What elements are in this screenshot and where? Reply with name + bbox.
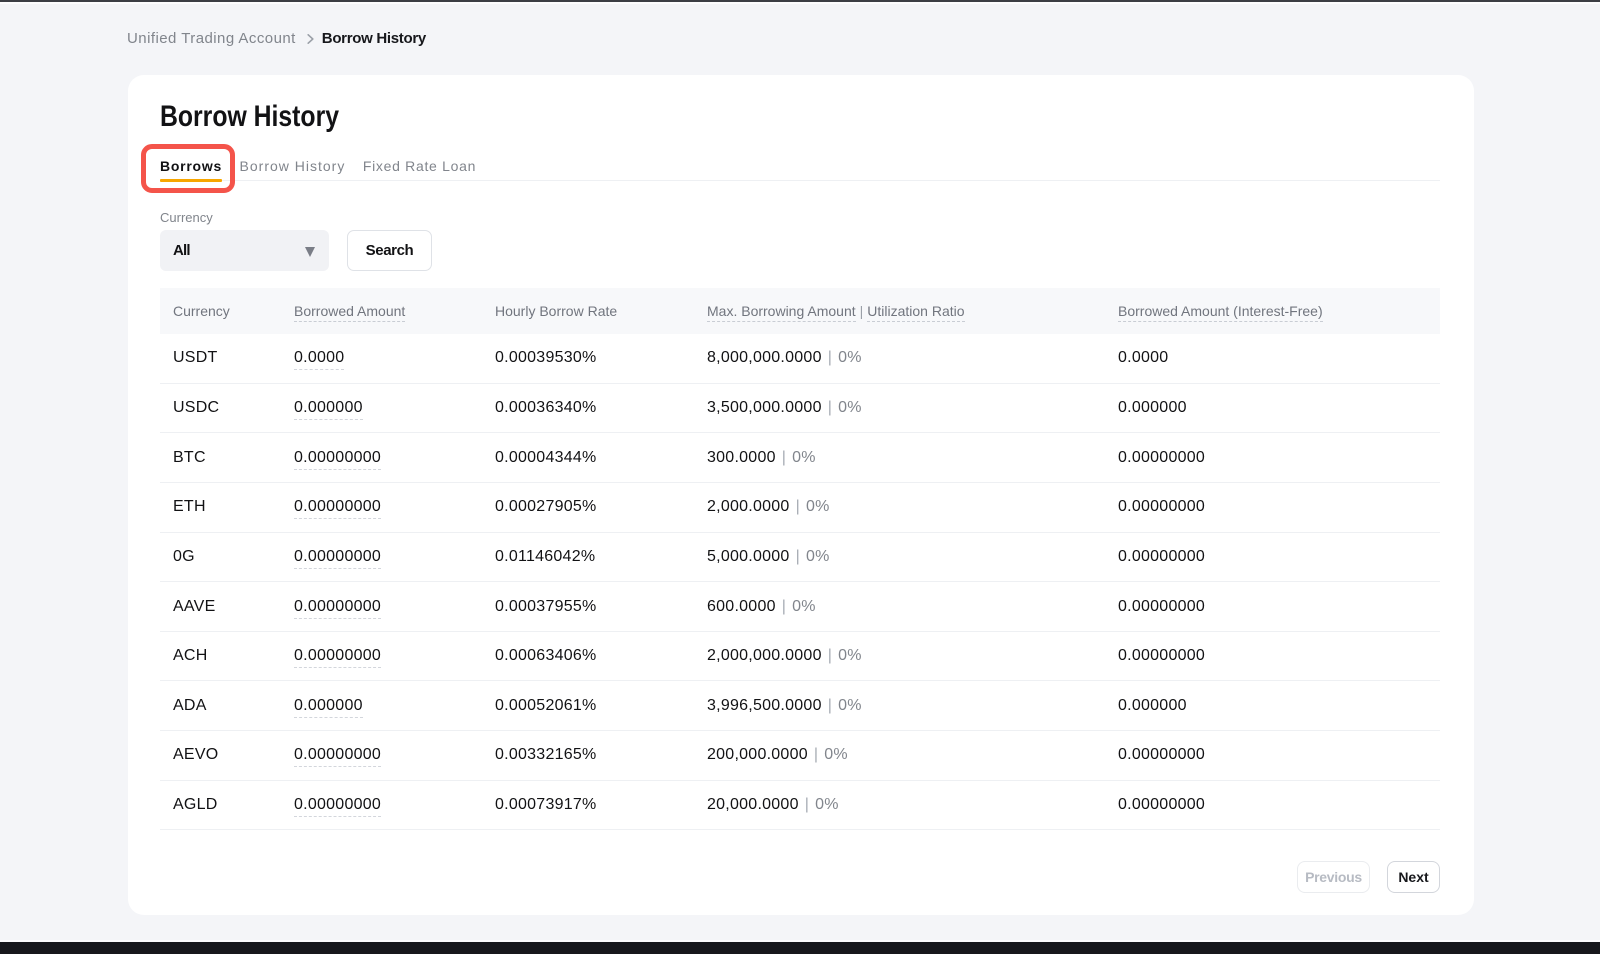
table-row[interactable]: ETH 0.00000000 0.00027905% 2,000.0000|0%…: [160, 483, 1440, 533]
tab-bar: Borrows Borrow History Fixed Rate Loan: [160, 154, 1440, 181]
cell-max-borrowing-utilization: 2,000.0000|0%: [707, 498, 1118, 516]
cell-hourly-borrow-rate: 0.00004344%: [495, 449, 707, 467]
tab-fixed-rate-loan[interactable]: Fixed Rate Loan: [363, 154, 476, 180]
page-title: Borrow History: [160, 98, 1217, 136]
cell-currency: ACH: [173, 647, 294, 665]
cell-currency: USDT: [173, 349, 294, 367]
table-row[interactable]: USDC 0.000000 0.00036340% 3,500,000.0000…: [160, 384, 1440, 434]
table-row[interactable]: ACH 0.00000000 0.00063406% 2,000,000.000…: [160, 632, 1440, 682]
header-borrowed-amount[interactable]: Borrowed Amount: [294, 303, 495, 319]
tab-borrow-history[interactable]: Borrow History: [240, 154, 346, 180]
cell-borrowed-amount[interactable]: 0.00000000: [294, 498, 495, 516]
cell-hourly-borrow-rate: 0.01146042%: [495, 548, 707, 566]
cell-currency: AEVO: [173, 746, 294, 764]
cell-max-borrowing-utilization: 600.0000|0%: [707, 598, 1118, 616]
cell-max-borrowing-utilization: 3,996,500.0000|0%: [707, 697, 1118, 715]
cell-borrowed-amount[interactable]: 0.00000000: [294, 449, 495, 467]
footer-bar: [0, 942, 1600, 954]
borrow-history-card: Borrow History Borrows Borrow History Fi…: [128, 75, 1474, 915]
cell-hourly-borrow-rate: 0.00039530%: [495, 349, 707, 367]
cell-borrowed-amount[interactable]: 0.00000000: [294, 647, 495, 665]
cell-currency: USDC: [173, 399, 294, 417]
header-borrowed-interest-free[interactable]: Borrowed Amount (Interest-Free): [1118, 303, 1426, 319]
cell-hourly-borrow-rate: 0.00052061%: [495, 697, 707, 715]
cell-borrowed-amount[interactable]: 0.0000: [294, 349, 495, 367]
header-currency: Currency: [173, 303, 294, 319]
previous-button[interactable]: Previous: [1297, 861, 1370, 893]
cell-max-borrowing-utilization: 3,500,000.0000|0%: [707, 399, 1118, 417]
header-max-borrowing-utilization[interactable]: Max. Borrowing Amount|Utilization Ratio: [707, 303, 1118, 319]
breadcrumb-chevron-icon: [307, 34, 314, 44]
window-top-highlight: [0, 2, 1600, 4]
cell-currency: ETH: [173, 498, 294, 516]
cell-borrowed-amount[interactable]: 0.00000000: [294, 598, 495, 616]
cell-borrowed-interest-free: 0.000000: [1118, 697, 1426, 715]
filter-controls: All Search: [160, 230, 1440, 272]
table-row[interactable]: AAVE 0.00000000 0.00037955% 600.0000|0% …: [160, 582, 1440, 632]
cell-max-borrowing-utilization: 20,000.0000|0%: [707, 796, 1118, 814]
cell-borrowed-amount[interactable]: 0.000000: [294, 399, 495, 417]
cell-currency: AAVE: [173, 598, 294, 616]
breadcrumb-unified-trading-account[interactable]: Unified Trading Account: [127, 30, 296, 47]
table-row[interactable]: 0G 0.00000000 0.01146042% 5,000.0000|0% …: [160, 533, 1440, 583]
cell-hourly-borrow-rate: 0.00037955%: [495, 598, 707, 616]
active-tab-underline: [160, 179, 222, 182]
currency-select-value: All: [173, 242, 190, 259]
cell-borrowed-interest-free: 0.00000000: [1118, 498, 1426, 516]
borrows-table: Currency Borrowed Amount Hourly Borrow R…: [160, 288, 1440, 830]
cell-hourly-borrow-rate: 0.00332165%: [495, 746, 707, 764]
cell-borrowed-amount[interactable]: 0.00000000: [294, 796, 495, 814]
cell-max-borrowing-utilization: 2,000,000.0000|0%: [707, 647, 1118, 665]
breadcrumb: Unified Trading Account Borrow History: [127, 28, 426, 48]
cell-currency: 0G: [173, 548, 294, 566]
table-body: USDT 0.0000 0.00039530% 8,000,000.0000|0…: [160, 334, 1440, 830]
cell-hourly-borrow-rate: 0.00027905%: [495, 498, 707, 516]
currency-filter-label: Currency: [160, 210, 1440, 226]
cell-borrowed-interest-free: 0.00000000: [1118, 746, 1426, 764]
cell-borrowed-interest-free: 0.00000000: [1118, 647, 1426, 665]
cell-max-borrowing-utilization: 8,000,000.0000|0%: [707, 349, 1118, 367]
table-row[interactable]: ADA 0.000000 0.00052061% 3,996,500.0000|…: [160, 681, 1440, 731]
cell-currency: BTC: [173, 449, 294, 467]
cell-currency: ADA: [173, 697, 294, 715]
cell-borrowed-interest-free: 0.000000: [1118, 399, 1426, 417]
search-button[interactable]: Search: [347, 230, 432, 271]
chevron-down-icon: [305, 247, 315, 257]
table-row[interactable]: AGLD 0.00000000 0.00073917% 20,000.0000|…: [160, 781, 1440, 831]
table-header-row: Currency Borrowed Amount Hourly Borrow R…: [160, 288, 1440, 334]
cell-max-borrowing-utilization: 200,000.0000|0%: [707, 746, 1118, 764]
cell-borrowed-interest-free: 0.00000000: [1118, 449, 1426, 467]
cell-max-borrowing-utilization: 300.0000|0%: [707, 449, 1118, 467]
cell-hourly-borrow-rate: 0.00063406%: [495, 647, 707, 665]
cell-currency: AGLD: [173, 796, 294, 814]
cell-borrowed-amount[interactable]: 0.00000000: [294, 548, 495, 566]
pagination: Previous Next: [160, 861, 1440, 893]
table-row[interactable]: BTC 0.00000000 0.00004344% 300.0000|0% 0…: [160, 433, 1440, 483]
header-hourly-borrow-rate: Hourly Borrow Rate: [495, 303, 707, 319]
table-row[interactable]: USDT 0.0000 0.00039530% 8,000,000.0000|0…: [160, 334, 1440, 384]
cell-borrowed-interest-free: 0.0000: [1118, 349, 1426, 367]
cell-borrowed-interest-free: 0.00000000: [1118, 796, 1426, 814]
cell-borrowed-interest-free: 0.00000000: [1118, 598, 1426, 616]
cell-borrowed-amount[interactable]: 0.00000000: [294, 746, 495, 764]
next-button[interactable]: Next: [1387, 861, 1440, 893]
cell-hourly-borrow-rate: 0.00073917%: [495, 796, 707, 814]
cell-borrowed-amount[interactable]: 0.000000: [294, 697, 495, 715]
cell-borrowed-interest-free: 0.00000000: [1118, 548, 1426, 566]
currency-select[interactable]: All: [160, 230, 329, 271]
table-row[interactable]: AEVO 0.00000000 0.00332165% 200,000.0000…: [160, 731, 1440, 781]
cell-max-borrowing-utilization: 5,000.0000|0%: [707, 548, 1118, 566]
breadcrumb-borrow-history: Borrow History: [322, 30, 426, 47]
tab-borrows-label: Borrows: [160, 158, 222, 174]
tab-borrows[interactable]: Borrows: [160, 154, 222, 180]
cell-hourly-borrow-rate: 0.00036340%: [495, 399, 707, 417]
